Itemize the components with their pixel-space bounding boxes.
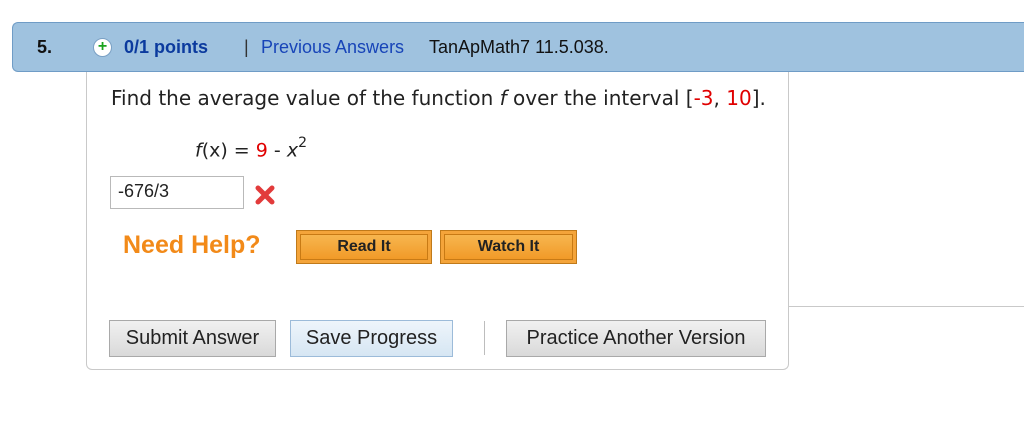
interval-end: 10 (726, 86, 752, 110)
read-it-label: Read It (300, 234, 428, 260)
panel-divider (788, 306, 1024, 307)
watch-it-label: Watch It (444, 234, 573, 260)
question-func-var: f (499, 86, 507, 110)
practice-another-version-button[interactable]: Practice Another Version (506, 320, 766, 357)
interval-comma: , (713, 86, 727, 110)
function-exponent: 2 (298, 135, 307, 151)
function-name: f (195, 139, 202, 162)
button-divider (484, 321, 485, 355)
function-definition: f(x) = 9 - x2 (195, 135, 307, 162)
answer-input[interactable]: -676/3 (110, 176, 244, 209)
function-minus: - (267, 139, 287, 162)
x-mark-icon (255, 185, 275, 205)
question-header: 5. + 0/1 points | Previous Answers TanAp… (12, 22, 1024, 72)
need-help-label: Need Help? (123, 231, 261, 259)
save-progress-button[interactable]: Save Progress (290, 320, 453, 357)
submit-answer-button[interactable]: Submit Answer (109, 320, 276, 357)
question-number: 5. (37, 36, 53, 57)
problem-code: TanApMath7 11.5.038. (429, 36, 609, 57)
interval-start: -3 (693, 86, 714, 110)
plus-circle-icon[interactable]: + (93, 38, 112, 57)
read-it-button[interactable]: Read It (296, 230, 432, 264)
question-text-end: ]. (751, 86, 766, 110)
previous-answers-link[interactable]: Previous Answers (261, 37, 404, 58)
question-text-middle: over the interval [ (506, 86, 694, 110)
function-var: x (286, 139, 299, 162)
function-constant: 9 (255, 139, 268, 162)
question-text: Find the average value of the function f… (111, 86, 766, 110)
header-separator: | (244, 36, 249, 57)
function-lhs: (x) = (201, 139, 256, 162)
watch-it-button[interactable]: Watch It (440, 230, 577, 264)
question-text-start: Find the average value of the function (111, 86, 500, 110)
points-label: 0/1 points (124, 36, 209, 57)
